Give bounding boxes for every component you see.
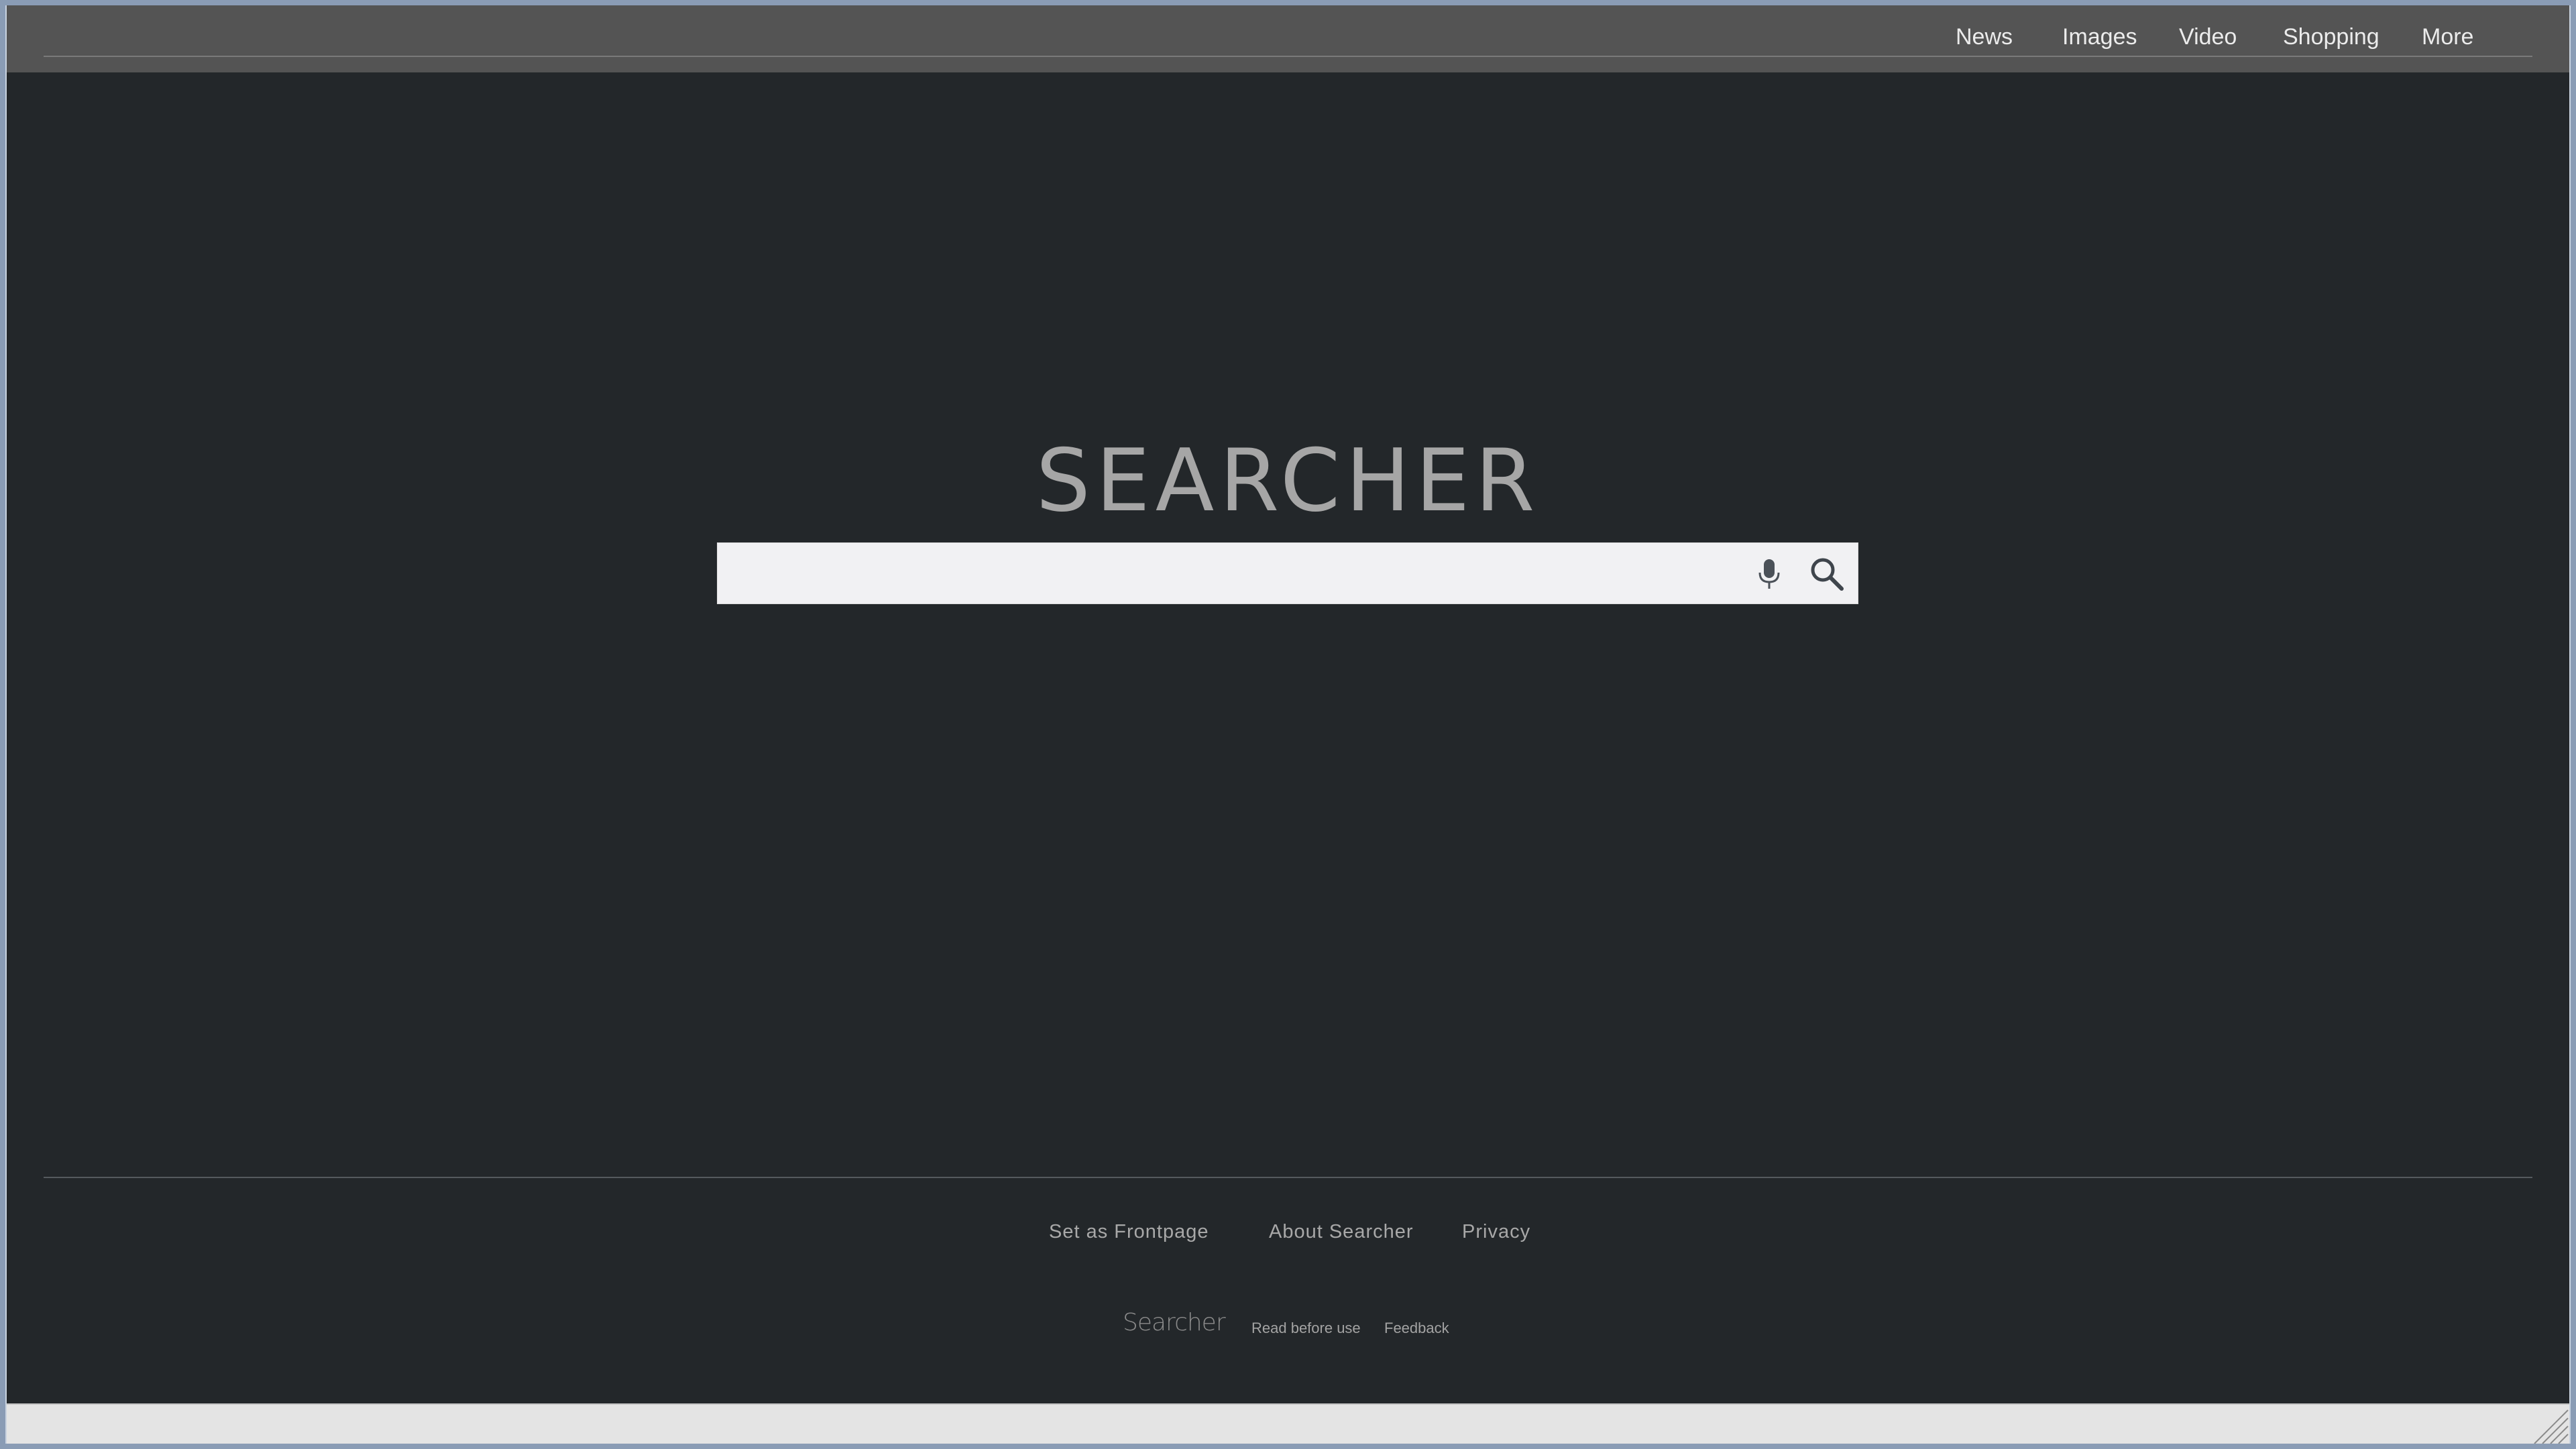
top-navigation-bar: News Images Video Shopping More — [7, 5, 2569, 72]
microphone-icon[interactable] — [1750, 555, 1788, 593]
nav-item-video[interactable]: Video — [2179, 24, 2237, 50]
footer-link-privacy[interactable]: Privacy — [1462, 1221, 1530, 1243]
nav-item-more[interactable]: More — [2422, 24, 2473, 50]
footer-link-read-before-use[interactable]: Read before use — [1251, 1320, 1361, 1337]
magnifier-icon[interactable] — [1807, 554, 1847, 594]
status-bar — [7, 1403, 2569, 1444]
footer-divider — [44, 1177, 2532, 1178]
topbar-divider — [44, 56, 2532, 57]
search-bar — [717, 542, 1858, 604]
nav-item-news[interactable]: News — [1956, 24, 2013, 50]
footer-link-feedback[interactable]: Feedback — [1384, 1320, 1449, 1337]
footer-brand-logo: Searcher — [1123, 1309, 1226, 1336]
resize-grip-icon[interactable] — [2529, 1405, 2569, 1444]
browser-window: News Images Video Shopping More SEARCHER… — [5, 5, 2571, 1444]
footer-link-set-frontpage[interactable]: Set as Frontpage — [1049, 1221, 1209, 1243]
search-input[interactable] — [731, 550, 1740, 598]
nav-item-images[interactable]: Images — [2062, 24, 2137, 50]
nav-item-shopping[interactable]: Shopping — [2283, 24, 2379, 50]
site-logo: SEARCHER — [1035, 431, 1541, 531]
footer-link-about[interactable]: About Searcher — [1269, 1221, 1414, 1243]
